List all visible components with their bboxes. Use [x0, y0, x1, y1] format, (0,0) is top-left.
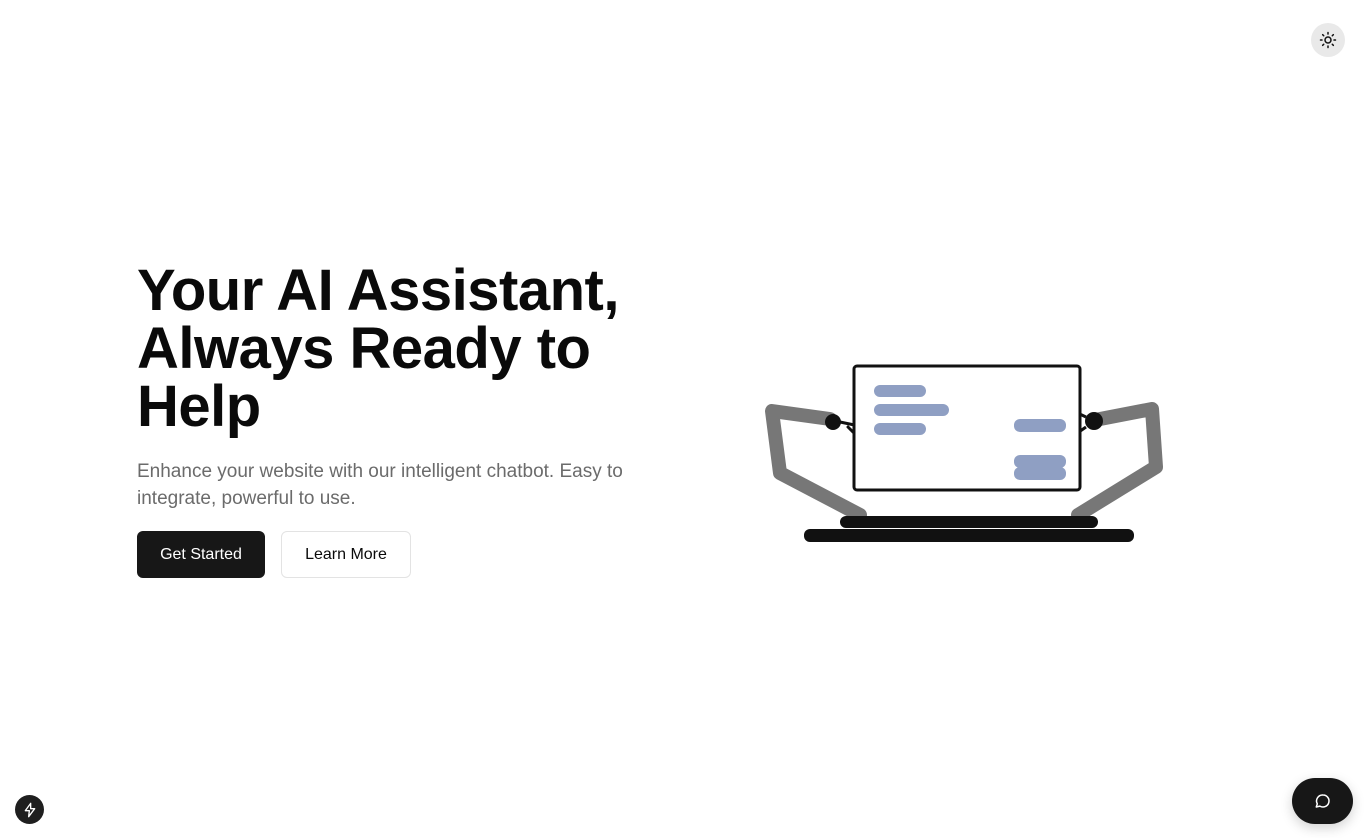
message-bar [1014, 455, 1066, 468]
robot-arms-chat-illustration [765, 364, 1163, 542]
message-bar [1014, 467, 1066, 480]
chat-screen [852, 364, 1082, 492]
hero-title-line-3: Help [137, 374, 261, 439]
chat-launcher-button[interactable] [1292, 778, 1353, 824]
hero-actions: Get Started Learn More [137, 531, 411, 578]
chat-bubble-icon [1315, 794, 1330, 808]
message-bar [874, 404, 949, 416]
hero-title: Your AI Assistant, Always Ready to Help [137, 262, 697, 436]
hero-title-line-2: Always Ready to [137, 316, 591, 381]
hero-subtitle: Enhance your website with our intelligen… [137, 461, 623, 509]
theme-toggle-button[interactable] [1311, 23, 1345, 57]
message-bar [1014, 419, 1066, 432]
laptop-base [804, 516, 1134, 542]
message-bar [874, 385, 926, 397]
message-bar [874, 423, 926, 435]
get-started-button[interactable]: Get Started [137, 531, 265, 578]
sun-icon [1319, 31, 1337, 49]
lightning-icon [24, 802, 35, 817]
hero-title-line-1: Your AI Assistant, [137, 258, 619, 323]
lightning-badge[interactable] [15, 795, 44, 824]
learn-more-button[interactable]: Learn More [281, 531, 411, 578]
hero-section: Your AI Assistant, Always Ready to Help … [137, 262, 697, 512]
